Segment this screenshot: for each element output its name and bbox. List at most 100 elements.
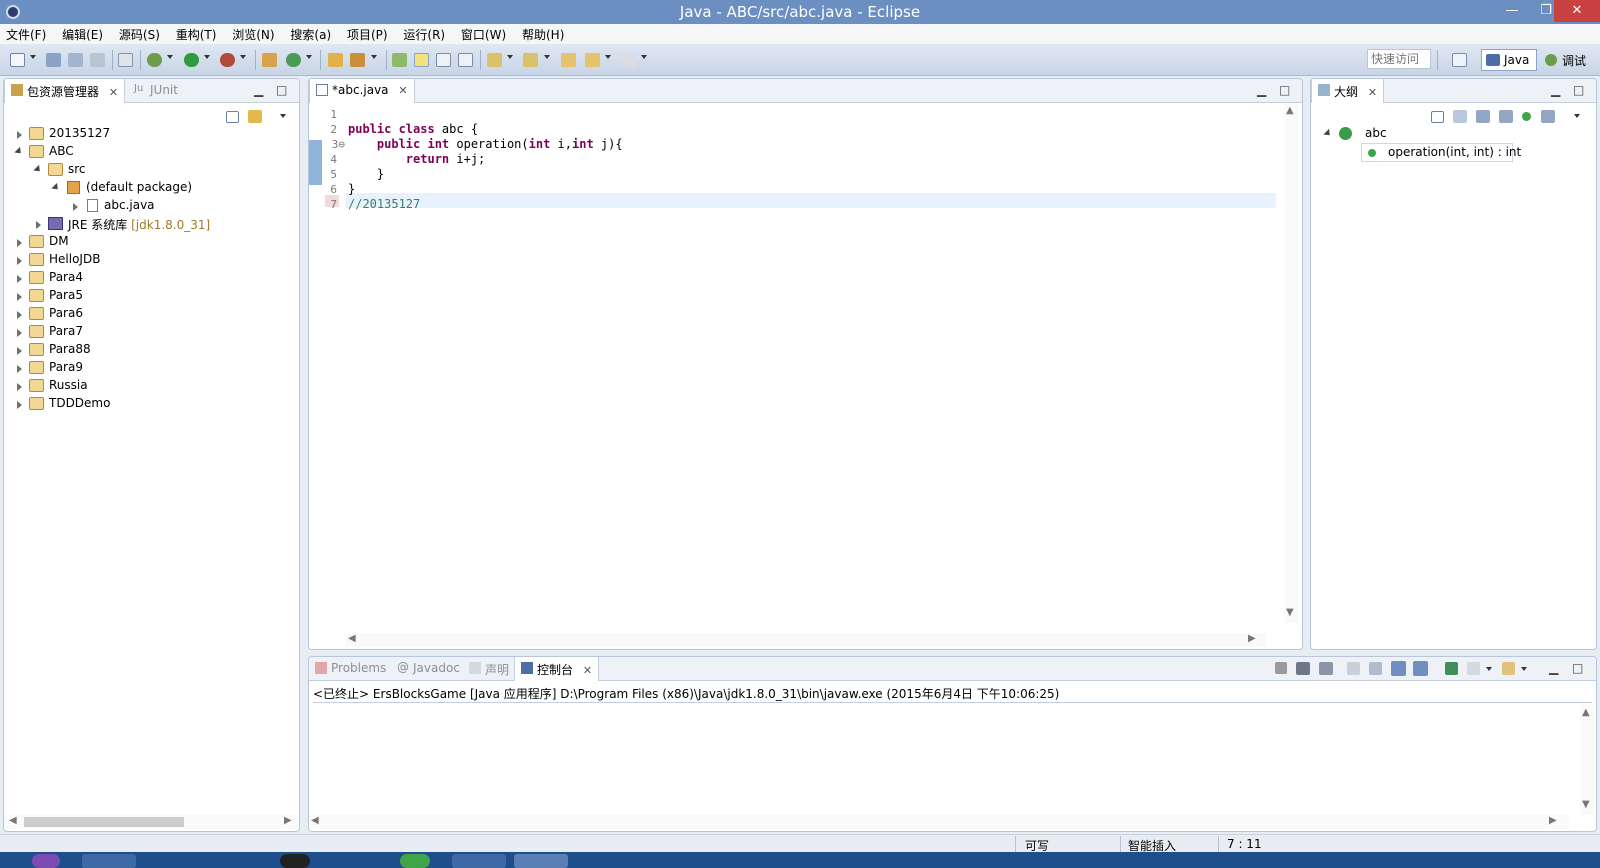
new-class-dropdown-icon[interactable]	[306, 55, 312, 59]
taskbar-app-icon[interactable]	[280, 854, 310, 868]
scroll-left-icon[interactable]: ◀	[311, 815, 319, 826]
pin-console-icon[interactable]	[1445, 662, 1458, 675]
close-button[interactable]: ✕	[1554, 0, 1600, 22]
annotation-icon[interactable]	[392, 53, 407, 67]
link-with-editor-icon[interactable]	[248, 110, 262, 123]
search-dropdown-icon[interactable]	[371, 55, 377, 59]
next-annotation-dropdown-icon[interactable]	[507, 55, 513, 59]
debug-dropdown-icon[interactable]	[167, 55, 173, 59]
remove-launch-icon[interactable]	[1296, 662, 1310, 675]
perspective-java-button[interactable]: Java	[1481, 49, 1537, 71]
hide-nonpublic-icon[interactable]	[1522, 112, 1531, 121]
scroll-down-icon[interactable]: ▼	[1286, 607, 1294, 618]
maximize-view-icon[interactable]: □	[1279, 83, 1290, 97]
expand-icon[interactable]	[17, 365, 22, 373]
previous-annotation-dropdown-icon[interactable]	[544, 55, 550, 59]
scroll-lock-icon[interactable]	[1369, 662, 1382, 675]
expand-icon[interactable]	[17, 275, 22, 283]
taskbar-app-icon[interactable]	[32, 854, 60, 868]
minimize-button[interactable]: —	[1495, 0, 1529, 22]
next-annotation-icon[interactable]	[487, 53, 502, 67]
menu-navigate[interactable]: 浏览(N)	[226, 24, 280, 45]
forward-dropdown-icon[interactable]	[641, 55, 647, 59]
remove-all-terminated-icon[interactable]	[1319, 662, 1333, 675]
code-editor[interactable]: 1 2 3⊖ 4 5 6 7 public class abc { public…	[309, 103, 1302, 649]
expand-icon[interactable]	[36, 221, 41, 229]
show-whitespace-icon[interactable]	[458, 53, 473, 67]
editor-horizontal-scrollbar[interactable]: ◀ ▶	[346, 633, 1266, 647]
perspective-debug-button[interactable]: 调试	[1540, 49, 1598, 71]
close-tab-icon[interactable]: ✕	[398, 84, 407, 97]
menu-search[interactable]: 搜索(a)	[284, 24, 337, 45]
view-menu-icon[interactable]	[1574, 114, 1580, 118]
tab-package-explorer[interactable]: 包资源管理器 ✕	[4, 79, 126, 103]
expand-icon[interactable]	[17, 347, 22, 355]
menu-project[interactable]: 项目(P)	[341, 24, 394, 45]
display-console-dropdown-icon[interactable]	[1486, 667, 1492, 671]
hide-local-types-icon[interactable]	[1541, 110, 1555, 123]
tab-console[interactable]: 控制台 ✕	[514, 657, 600, 681]
menu-run[interactable]: 运行(R)	[397, 24, 451, 45]
external-tools-dropdown-icon[interactable]	[240, 55, 246, 59]
close-tab-icon[interactable]: ✕	[583, 664, 592, 677]
expand-icon[interactable]	[17, 131, 22, 139]
sort-icon[interactable]	[1453, 110, 1467, 123]
minimize-view-icon[interactable]: ▁	[1551, 83, 1560, 97]
quick-access-input[interactable]	[1367, 49, 1431, 69]
expand-icon[interactable]	[17, 293, 22, 301]
outline-method-item[interactable]: operation(int, int) : int	[1361, 143, 1521, 162]
run-icon[interactable]	[184, 53, 199, 67]
display-console-icon[interactable]	[1467, 662, 1480, 675]
new-dropdown-icon[interactable]	[30, 55, 36, 59]
console-vertical-scrollbar[interactable]: ▲ ▼	[1580, 705, 1594, 815]
maximize-view-icon[interactable]: □	[1572, 661, 1583, 675]
expand-icon[interactable]	[17, 401, 22, 409]
taskbar-app-icon[interactable]	[452, 854, 506, 868]
new-icon[interactable]	[10, 53, 25, 67]
show-console-stderr-icon[interactable]	[1413, 661, 1428, 676]
minimize-view-icon[interactable]: ▁	[254, 83, 263, 97]
tab-outline[interactable]: 大纲 ✕	[1311, 79, 1385, 103]
collapse-icon[interactable]	[33, 164, 43, 175]
maximize-view-icon[interactable]: □	[276, 83, 287, 97]
scroll-left-icon[interactable]: ◀	[348, 633, 356, 644]
horizontal-scrollbar[interactable]: ◀ ▶	[4, 815, 299, 829]
scroll-right-icon[interactable]: ▶	[1248, 633, 1256, 644]
menu-edit[interactable]: 编辑(E)	[56, 24, 109, 45]
menu-help[interactable]: 帮助(H)	[516, 24, 570, 45]
open-type-icon[interactable]	[328, 53, 343, 67]
menu-refactor[interactable]: 重构(T)	[170, 24, 223, 45]
expand-icon[interactable]	[17, 383, 22, 391]
menu-window[interactable]: 窗口(W)	[455, 24, 512, 45]
scroll-up-icon[interactable]: ▲	[1286, 105, 1294, 116]
taskbar-app-icon[interactable]	[400, 854, 430, 868]
console-output[interactable]: ▲ ▼ ◀ ▶	[309, 705, 1596, 831]
forward-icon[interactable]	[621, 53, 636, 67]
search-icon[interactable]	[350, 53, 365, 67]
close-tab-icon[interactable]: ✕	[109, 86, 118, 99]
scroll-left-icon[interactable]: ◀	[9, 815, 17, 826]
taskbar-app-icon[interactable]	[82, 854, 136, 868]
maximize-view-icon[interactable]: □	[1573, 83, 1584, 97]
tab-declaration[interactable]: 声明	[463, 657, 515, 681]
scroll-up-icon[interactable]: ▲	[1582, 707, 1590, 718]
clear-console-icon[interactable]	[1347, 662, 1360, 675]
console-horizontal-scrollbar[interactable]: ◀ ▶	[309, 815, 1569, 829]
collapse-icon[interactable]	[14, 146, 24, 157]
terminate-icon[interactable]	[1275, 662, 1287, 674]
expand-icon[interactable]	[73, 203, 78, 211]
minimize-view-icon[interactable]: ▁	[1549, 661, 1558, 675]
save-icon[interactable]	[46, 53, 61, 67]
last-edit-location-icon[interactable]	[561, 53, 576, 67]
collapse-icon[interactable]	[51, 182, 61, 193]
tab-javadoc[interactable]: @ Javadoc	[391, 657, 466, 681]
scrollbar-thumb[interactable]	[24, 817, 184, 827]
menu-source[interactable]: 源码(S)	[113, 24, 166, 45]
block-selection-icon[interactable]	[436, 53, 451, 67]
back-icon[interactable]	[585, 53, 600, 67]
menu-file[interactable]: 文件(F)	[0, 24, 52, 45]
mark-occurrences-icon[interactable]	[414, 53, 429, 67]
new-java-class-icon[interactable]	[286, 53, 301, 67]
collapse-icon[interactable]	[1323, 128, 1333, 139]
editor-vertical-scrollbar[interactable]: ▲ ▼	[1284, 103, 1298, 623]
